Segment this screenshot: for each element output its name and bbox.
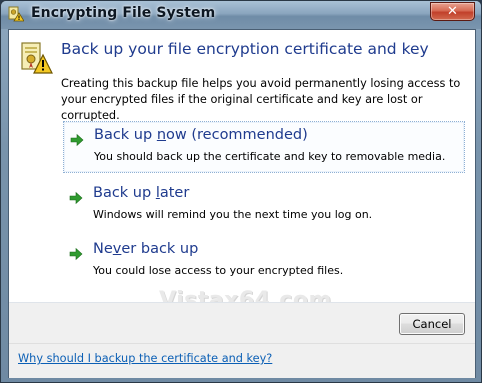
dialog-description: Creating this backup file helps you avoi… [61,77,461,122]
efs-certificate-warning-icon [19,41,53,75]
option-subtitle: Windows will remind you the next time yo… [93,208,373,221]
option-subtitle: You could lose access to your encrypted … [93,264,344,277]
green-arrow-icon [70,132,84,147]
window-title: Encrypting File System [31,5,216,21]
help-link[interactable]: Why should I backup the certificate and … [18,352,272,365]
button-bar: Cancel [9,303,475,343]
option-title: Back up now (recommended) [94,127,308,143]
option-subtitle: You should back up the certificate and k… [94,150,446,163]
title-bar[interactable]: Encrypting File System ✕ [1,1,481,29]
option-backup-later[interactable]: Back up later Windows will remind you th… [63,180,463,230]
option-never-backup[interactable]: Never back up You could lose access to y… [63,236,463,286]
option-backup-now[interactable]: Back up now (recommended) You should bac… [63,121,465,173]
cancel-button[interactable]: Cancel [399,313,465,335]
efs-certificate-warning-icon [8,6,25,22]
option-title: Never back up [93,241,199,257]
dialog-content: Back up your file encryption certificate… [8,29,476,378]
close-button[interactable]: ✕ [430,2,475,21]
option-title: Back up later [93,185,190,201]
dialog-window: Encrypting File System ✕ Back up your fi… [0,0,482,383]
green-arrow-icon [69,246,83,261]
dialog-heading: Back up your file encryption certificate… [61,40,429,58]
footer: Why should I backup the certificate and … [9,343,475,378]
green-arrow-icon [69,190,83,205]
